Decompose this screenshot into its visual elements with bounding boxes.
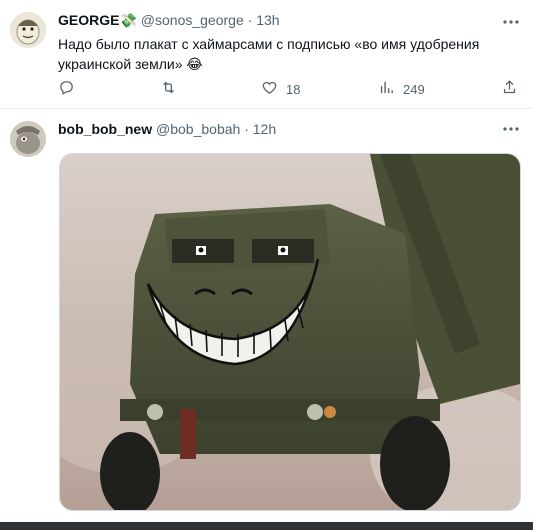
reply-button[interactable] — [58, 79, 75, 99]
avatar[interactable] — [10, 121, 46, 157]
separator: · — [247, 12, 253, 28]
separator: · — [244, 121, 249, 137]
timestamp[interactable]: 13h — [256, 12, 279, 28]
avatar[interactable] — [10, 12, 46, 48]
reply-icon — [58, 79, 75, 99]
view-count: 249 — [403, 81, 425, 97]
action-bar: 18 249 — [58, 79, 518, 99]
retweet-icon — [160, 79, 177, 99]
tweet-image[interactable] — [59, 153, 521, 511]
tweet-header: GEORGE💸 @sonos_george · 13h — [58, 10, 493, 30]
tweet-2[interactable]: bob_bob_new @bob_bobah · 12h — [0, 109, 533, 530]
more-icon[interactable] — [501, 12, 521, 32]
retweet-button[interactable] — [160, 79, 177, 99]
like-count: 18 — [286, 81, 301, 97]
tweet-text: Надо было плакат с хаймарсами с подписью… — [58, 36, 480, 72]
bottom-bar — [0, 522, 533, 530]
views-button[interactable]: 249 — [378, 79, 425, 99]
more-icon[interactable] — [501, 119, 521, 139]
display-name[interactable]: GEORGE💸 — [58, 12, 137, 28]
share-button[interactable] — [501, 79, 518, 99]
handle[interactable]: @bob_bobah — [156, 121, 240, 137]
tweet-1[interactable]: GEORGE💸 @sonos_george · 13h Надо было пл… — [0, 0, 533, 108]
timestamp[interactable]: 12h — [253, 121, 276, 137]
share-icon — [501, 79, 518, 99]
heart-icon — [261, 79, 278, 99]
views-icon — [378, 79, 395, 99]
display-name[interactable]: bob_bob_new — [58, 121, 152, 137]
tweet-header: bob_bob_new @bob_bobah · 12h — [58, 119, 493, 139]
handle[interactable]: @sonos_george — [141, 12, 244, 28]
like-button[interactable]: 18 — [261, 79, 300, 99]
